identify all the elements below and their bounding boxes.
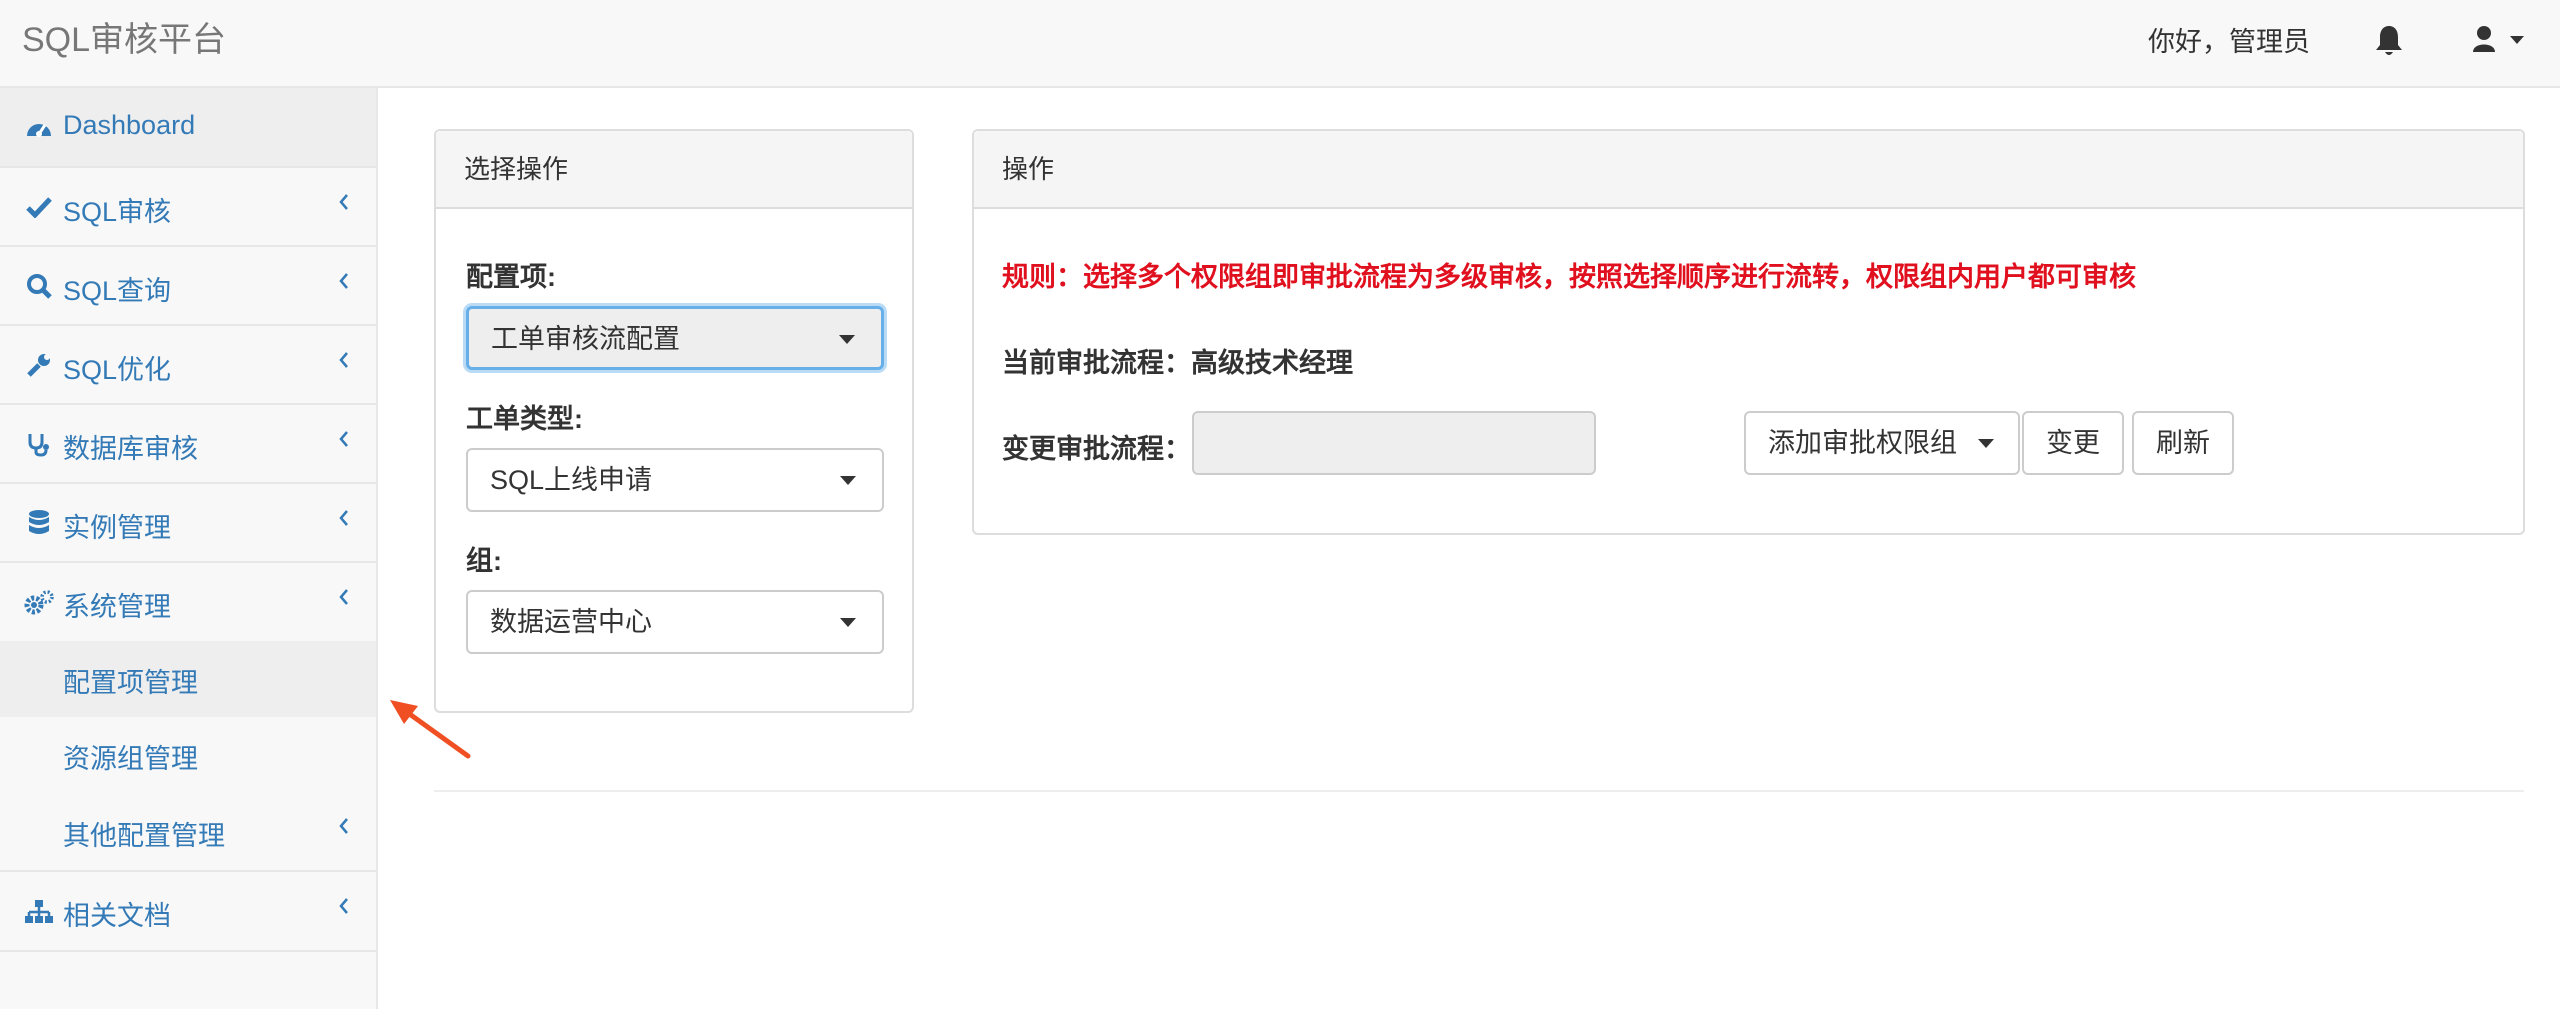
stethoscope-icon (24, 429, 54, 459)
chevron-left-icon (336, 508, 352, 528)
change-flow-label: 变更审批流程： (1002, 427, 1191, 466)
current-flow-value: 高级技术经理 (1191, 348, 1353, 378)
sidebar-item-label: 相关文档 (63, 894, 171, 933)
config-label: 配置项: (466, 255, 556, 294)
dashboard-icon (24, 113, 54, 143)
gears-icon (24, 588, 54, 618)
check-icon (24, 192, 54, 222)
chevron-left-icon (336, 896, 352, 916)
content-divider (434, 790, 2524, 792)
add-group-button[interactable]: 添加审批权限组 (1744, 411, 2020, 475)
caret-down-icon (1978, 439, 1994, 448)
chevron-left-icon (336, 429, 352, 449)
group-select[interactable]: 数据运营中心 (466, 590, 884, 654)
current-flow-label: 当前审批流程： (1002, 348, 1191, 378)
select-operation-panel: 选择操作 配置项: 工单审核流配置 工单类型: SQL上线申请 组: 数据运营中… (434, 129, 914, 713)
current-flow: 当前审批流程：高级技术经理 (1002, 341, 1353, 380)
sidebar-subitem-resource-groups[interactable]: 资源组管理 (0, 717, 376, 794)
config-select-value: 工单审核流配置 (491, 324, 680, 354)
ticket-type-select[interactable]: SQL上线申请 (466, 448, 884, 512)
bell-icon[interactable] (2374, 24, 2404, 58)
group-label: 组: (466, 539, 502, 578)
sidebar-subitem-config[interactable]: 配置项管理 (0, 641, 376, 717)
sidebar-subitem-label: 资源组管理 (63, 737, 198, 776)
caret-down-icon (839, 335, 855, 344)
operations-panel: 操作 规则：选择多个权限组即审批流程为多级审核，按照选择顺序进行流转，权限组内用… (972, 129, 2525, 535)
database-icon (24, 508, 54, 538)
sidebar-item-instances[interactable]: 实例管理 (0, 484, 376, 563)
sidebar-item-label: 系统管理 (63, 585, 171, 624)
sidebar-item-sql-optimize[interactable]: SQL优化 (0, 326, 376, 405)
sidebar: Dashboard SQL审核 SQL查询 SQL优化 数据库审核 实例管理 (0, 88, 378, 1009)
caret-down-icon (840, 618, 856, 627)
panel-title: 操作 (974, 131, 2523, 209)
sidebar-item-sql-query[interactable]: SQL查询 (0, 247, 376, 326)
caret-down-icon (840, 476, 856, 485)
sidebar-item-label: SQL审核 (63, 190, 171, 229)
sidebar-item-label: Dashboard (63, 110, 195, 141)
chevron-left-icon (336, 350, 352, 370)
chevron-left-icon (336, 271, 352, 291)
refresh-button[interactable]: 刷新 (2132, 411, 2234, 475)
user-menu-button[interactable] (2472, 24, 2532, 58)
panel-title: 选择操作 (436, 131, 912, 209)
rule-text: 规则：选择多个权限组即审批流程为多级审核，按照选择顺序进行流转，权限组内用户都可… (1002, 255, 2136, 294)
sidebar-item-label: SQL查询 (63, 269, 171, 308)
wrench-icon (24, 350, 54, 380)
chevron-left-icon (336, 816, 352, 836)
add-group-button-label: 添加审批权限组 (1768, 428, 1957, 458)
ticket-type-label: 工单类型: (466, 397, 583, 436)
sidebar-subitem-label: 其他配置管理 (63, 814, 225, 853)
change-button[interactable]: 变更 (2022, 411, 2124, 475)
sidebar-item-dashboard[interactable]: Dashboard (0, 88, 376, 168)
sidebar-item-docs[interactable]: 相关文档 (0, 872, 376, 952)
change-flow-input[interactable] (1192, 411, 1596, 475)
user-greeting: 你好，管理员 (2148, 22, 2310, 62)
top-navbar: SQL审核平台 你好，管理员 (0, 0, 2560, 88)
sidebar-item-sql-audit[interactable]: SQL审核 (0, 168, 376, 247)
chevron-left-icon (336, 587, 352, 607)
chevron-left-icon (336, 192, 352, 212)
config-select[interactable]: 工单审核流配置 (466, 306, 884, 370)
sidebar-subitem-other-config[interactable]: 其他配置管理 (0, 794, 376, 872)
sidebar-subitem-label: 配置项管理 (63, 661, 198, 700)
sidebar-item-label: 数据库审核 (63, 427, 198, 466)
user-icon (2472, 24, 2532, 58)
sidebar-item-system[interactable]: 系统管理 (0, 563, 376, 643)
sitemap-icon (24, 897, 54, 927)
brand-logo[interactable]: SQL审核平台 (22, 18, 226, 62)
ticket-type-select-value: SQL上线申请 (490, 465, 652, 495)
sidebar-item-label: 实例管理 (63, 506, 171, 545)
sidebar-item-db-audit[interactable]: 数据库审核 (0, 405, 376, 484)
group-select-value: 数据运营中心 (490, 607, 652, 637)
sidebar-item-label: SQL优化 (63, 348, 171, 387)
search-icon (24, 271, 54, 301)
